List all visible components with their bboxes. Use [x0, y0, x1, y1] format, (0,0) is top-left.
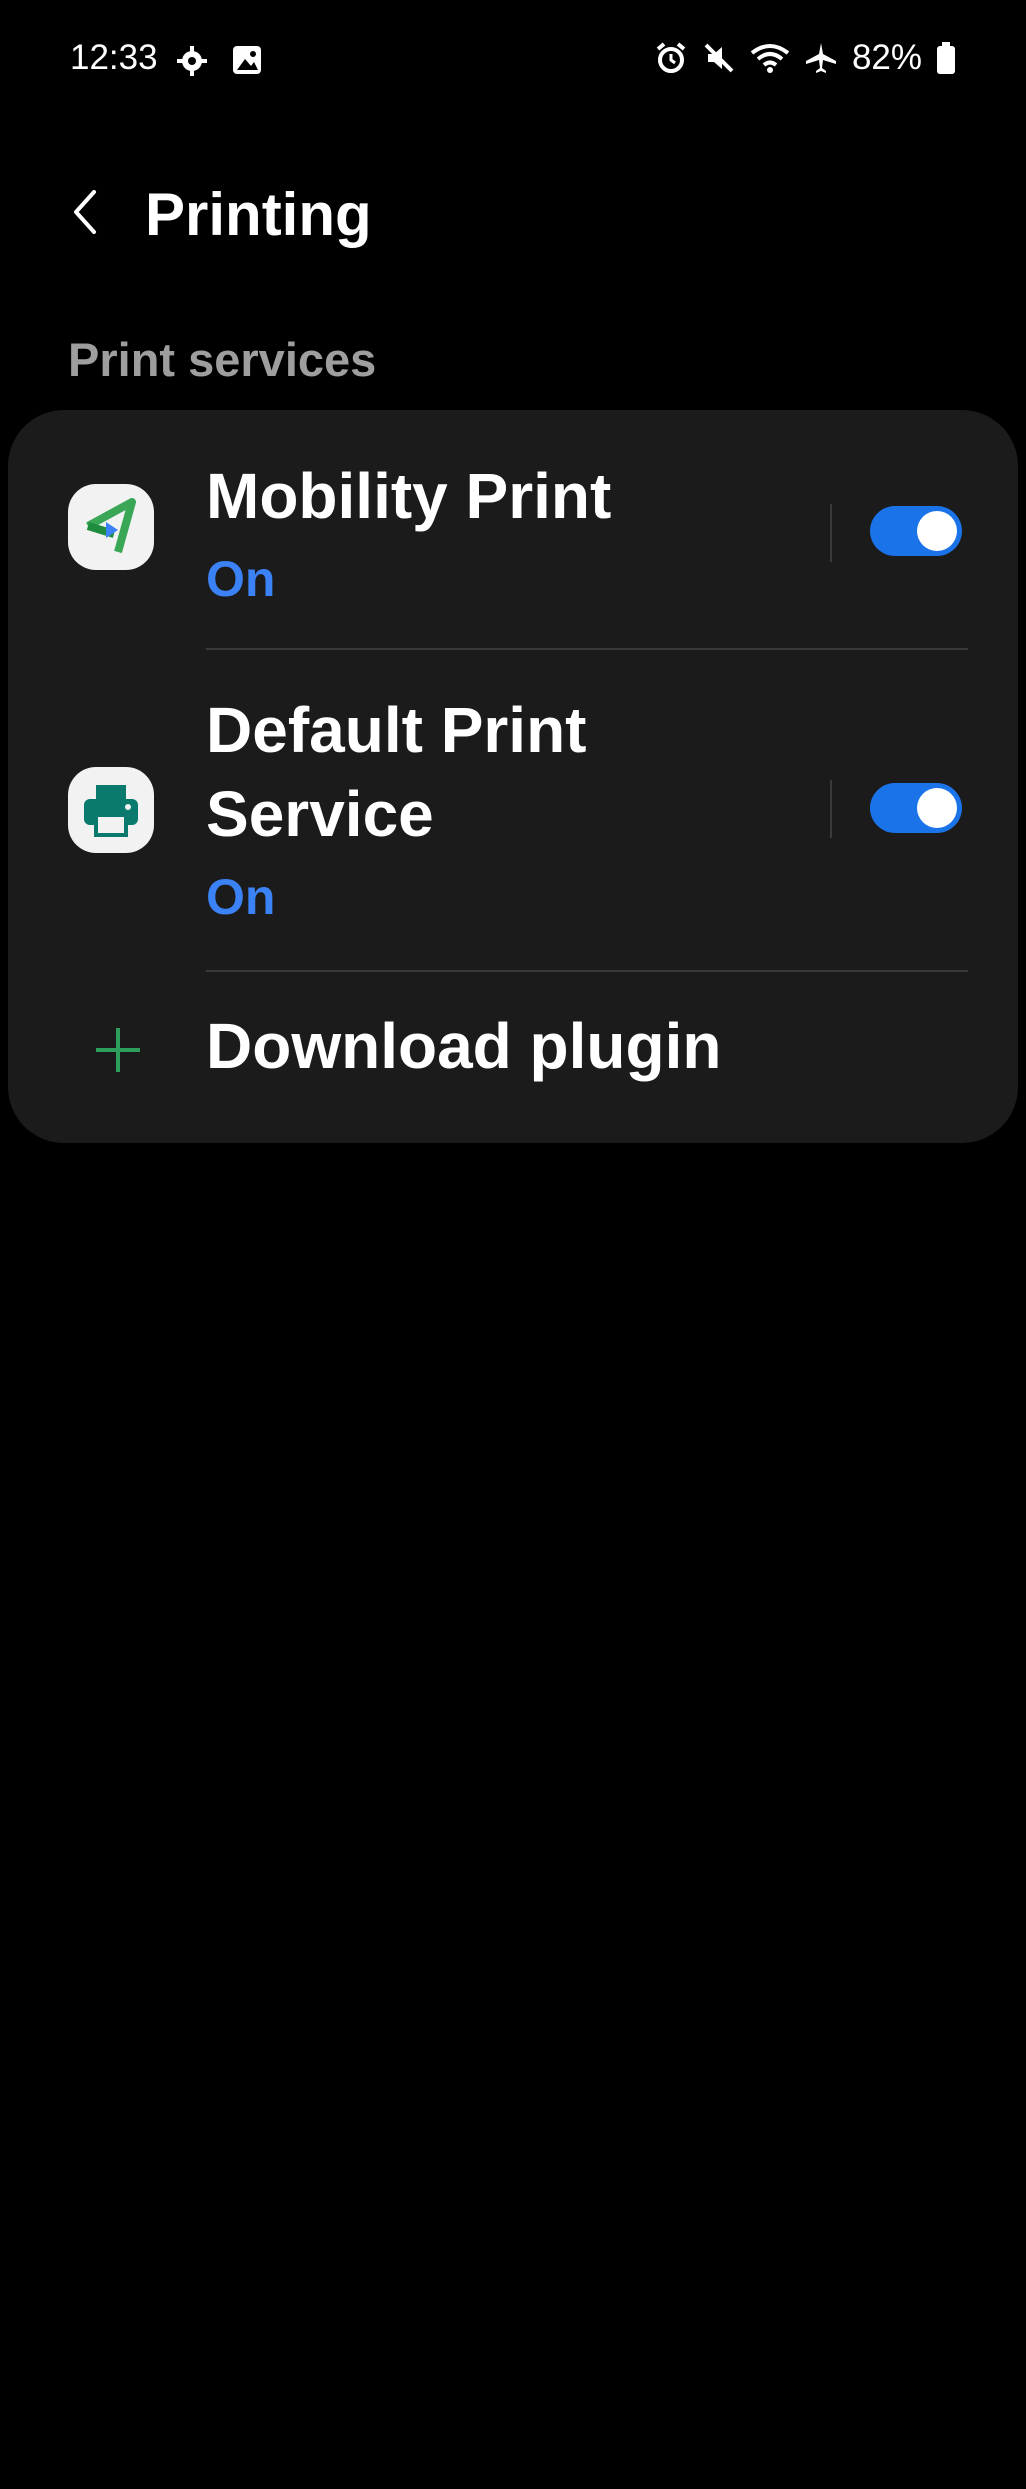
gallery-notification-icon — [233, 46, 261, 74]
airplane-icon — [805, 43, 836, 73]
status-time: 12:33 — [70, 38, 158, 77]
status-bar: 12:33 82% — [0, 0, 1026, 124]
download-plugin-label: Download plugin — [206, 1010, 722, 1082]
service-name-line2: Service — [206, 778, 434, 850]
battery-icon — [937, 42, 955, 74]
mobility-print-icon — [68, 484, 154, 570]
plus-icon — [92, 1024, 144, 1081]
row-vertical-divider — [830, 780, 832, 838]
back-button[interactable] — [56, 182, 116, 242]
print-services-card: Mobility Print On Default Print Service … — [8, 410, 1018, 1143]
section-label: Print services — [68, 333, 377, 386]
alarm-icon — [656, 42, 686, 73]
app-header: Printing — [0, 160, 1026, 270]
page-title: Printing — [145, 181, 372, 248]
mute-icon — [704, 43, 734, 73]
download-plugin-row[interactable]: Download plugin — [8, 972, 1018, 1143]
service-status: On — [206, 551, 276, 607]
toggle-knob — [917, 788, 957, 828]
default-print-service-icon — [68, 767, 154, 853]
mobility-print-toggle[interactable] — [870, 506, 962, 556]
wifi-icon — [750, 44, 790, 73]
default-print-service-toggle[interactable] — [870, 783, 962, 833]
settings-notification-icon — [177, 46, 207, 76]
service-row-default-print-service[interactable]: Default Print Service On — [8, 650, 1018, 972]
chevron-left-icon — [74, 190, 96, 234]
system-status-icons: 82% — [654, 38, 956, 78]
service-row-mobility-print[interactable]: Mobility Print On — [8, 410, 1018, 650]
service-status: On — [206, 869, 276, 925]
service-name: Mobility Print — [206, 460, 612, 532]
row-vertical-divider — [830, 504, 832, 562]
toggle-knob — [917, 511, 957, 551]
notification-icons — [175, 44, 263, 78]
service-name-line1: Default Print — [206, 694, 587, 766]
battery-percent: 82% — [851, 38, 922, 77]
